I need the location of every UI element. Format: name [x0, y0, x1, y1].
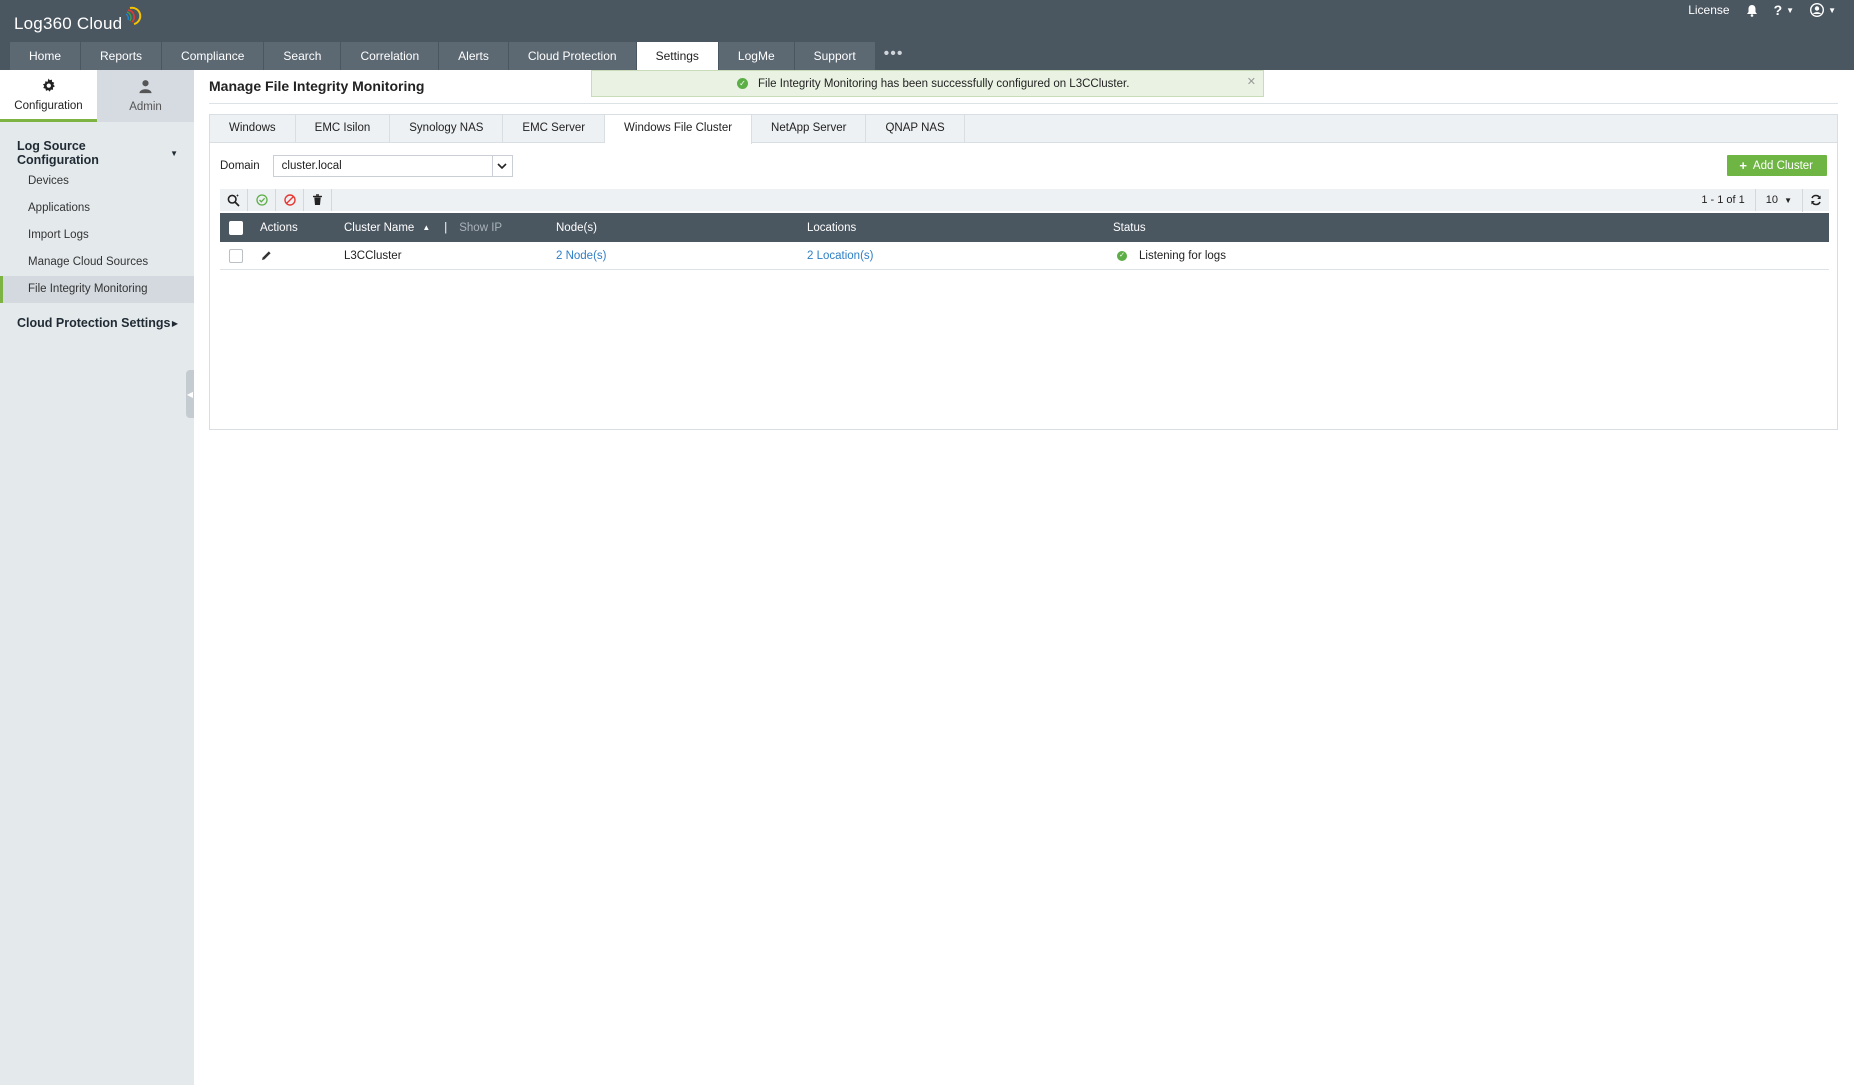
logo-text: Log360 Cloud [14, 14, 123, 33]
tab-emc-server[interactable]: EMC Server [503, 115, 606, 142]
main-nav: Home Reports Compliance Search Correlati… [10, 42, 911, 70]
title-divider [209, 103, 1838, 104]
col-cluster-name[interactable]: Cluster Name ▲ | Show IP [344, 213, 502, 242]
tab-netapp-server[interactable]: NetApp Server [752, 115, 867, 142]
status-text: Listening for logs [1139, 249, 1226, 262]
edit-icon[interactable] [261, 242, 272, 269]
success-toast: ✓ File Integrity Monitoring has been suc… [591, 70, 1264, 97]
sidebar-section-cloud-protection-settings[interactable]: Cloud Protection Settings ▶ [0, 313, 194, 333]
select-all-cell [229, 213, 243, 242]
sidebar-item-manage-cloud-sources[interactable]: Manage Cloud Sources [0, 249, 194, 276]
plus-icon: + [1739, 158, 1747, 173]
sidebar-collapse-handle[interactable]: ◀ [186, 370, 194, 418]
sort-asc-icon[interactable]: ▲ [422, 223, 430, 232]
sidebar: Configuration Admin Log Source Configura… [0, 70, 194, 1085]
caret-down-icon: ▼ [170, 148, 178, 158]
page-size-value: 10 [1765, 193, 1779, 206]
nav-tab-logme[interactable]: LogMe [718, 42, 795, 70]
caret-down-icon: ▼ [1784, 195, 1792, 205]
cluster-name-cell: L3CCluster [344, 249, 402, 262]
header-utilities: License ? ▼ ▼ [1688, 0, 1836, 20]
column-separator: | [444, 221, 448, 234]
table-row: L3CCluster 2 Node(s) 2 Location(s) ✓ Lis… [220, 242, 1829, 270]
sidebar-tab-configuration[interactable]: Configuration [0, 70, 97, 122]
add-cluster-label: Add Cluster [1752, 159, 1813, 172]
nav-tab-compliance[interactable]: Compliance [162, 42, 265, 70]
table-header: Actions Cluster Name ▲ | Show IP Node(s)… [220, 213, 1829, 242]
status-cell: ✓ Listening for logs [1117, 242, 1226, 269]
sidebar-tab-label: Configuration [14, 99, 83, 112]
sidebar-section-label: Log Source Configuration [17, 139, 99, 167]
col-cluster-name-label: Cluster Name [344, 221, 415, 234]
status-ok-icon: ✓ [1117, 250, 1127, 261]
success-check-icon: ✓ [737, 78, 748, 89]
nav-more-icon[interactable]: ••• [876, 42, 912, 70]
tab-synology-nas[interactable]: Synology NAS [390, 115, 504, 142]
page-size-select[interactable]: 10 ▼ [1756, 188, 1803, 212]
search-icon[interactable] [220, 189, 248, 211]
gear-icon [41, 77, 56, 97]
select-all-checkbox[interactable] [229, 220, 243, 235]
refresh-icon[interactable] [1803, 194, 1829, 206]
row-checkbox[interactable] [229, 248, 243, 263]
nav-tab-correlation[interactable]: Correlation [341, 42, 440, 70]
col-locations: Locations [807, 221, 857, 234]
sidebar-item-applications[interactable]: Applications [0, 195, 194, 222]
sidebar-items: Devices Applications Import Logs Manage … [0, 168, 194, 303]
nav-tab-support[interactable]: Support [794, 42, 876, 70]
domain-select-value: cluster.local [281, 160, 342, 172]
source-type-tabs: Windows EMC Isilon Synology NAS EMC Serv… [210, 115, 1837, 144]
domain-filter: Domain cluster.local [220, 155, 513, 177]
page-title: Manage File Integrity Monitoring [209, 78, 425, 94]
col-actions: Actions [260, 221, 298, 234]
trash-icon[interactable] [304, 189, 332, 211]
row-select-cell [229, 242, 243, 269]
close-icon[interactable]: ✕ [1247, 75, 1256, 88]
sidebar-section-label: Cloud Protection Settings [17, 316, 171, 330]
col-status: Status [1113, 221, 1146, 234]
sidebar-tabs: Configuration Admin [0, 70, 194, 122]
disable-icon[interactable] [276, 189, 304, 211]
nav-tab-home[interactable]: Home [10, 42, 82, 70]
fim-panel: Windows EMC Isilon Synology NAS EMC Serv… [209, 114, 1838, 430]
nav-tab-alerts[interactable]: Alerts [439, 42, 509, 70]
table-toolbar: 1 - 1 of 1 10 ▼ [220, 188, 1829, 212]
sidebar-section-log-source-configuration[interactable]: Log Source Configuration ▼ [0, 139, 194, 167]
show-ip-toggle[interactable]: Show IP [459, 222, 502, 234]
chevron-down-icon[interactable] [491, 156, 512, 176]
tab-windows-file-cluster[interactable]: Windows File Cluster [605, 115, 753, 144]
add-cluster-button[interactable]: + Add Cluster [1727, 155, 1827, 176]
sidebar-tab-admin[interactable]: Admin [97, 70, 194, 122]
user-icon [138, 79, 153, 98]
logo-swirl-icon [124, 6, 142, 28]
tab-qnap-nas[interactable]: QNAP NAS [866, 115, 965, 142]
help-icon[interactable]: ? ▼ [1774, 2, 1794, 18]
pager-text: 1 - 1 of 1 [1701, 189, 1756, 211]
app-logo[interactable]: Log360 Cloud [14, 6, 142, 34]
caret-right-icon: ▶ [171, 318, 178, 328]
tab-emc-isilon[interactable]: EMC Isilon [296, 115, 391, 142]
sidebar-item-file-integrity-monitoring[interactable]: File Integrity Monitoring [0, 276, 194, 303]
col-nodes: Node(s) [556, 221, 597, 234]
sidebar-item-devices[interactable]: Devices [0, 168, 194, 195]
nav-tab-cloud-protection[interactable]: Cloud Protection [508, 42, 637, 70]
bell-icon[interactable] [1746, 4, 1758, 17]
pagination: 1 - 1 of 1 10 ▼ [1701, 188, 1829, 212]
sidebar-item-import-logs[interactable]: Import Logs [0, 222, 194, 249]
license-link[interactable]: License [1688, 3, 1729, 17]
nodes-link[interactable]: 2 Node(s) [556, 242, 607, 269]
nav-tab-settings[interactable]: Settings [636, 42, 719, 70]
enable-icon[interactable] [248, 189, 276, 211]
domain-label: Domain [220, 160, 260, 172]
toast-message: File Integrity Monitoring has been succe… [758, 77, 1130, 90]
user-account-icon[interactable]: ▼ [1810, 3, 1836, 17]
nav-tab-search[interactable]: Search [264, 42, 342, 70]
sidebar-tab-label: Admin [129, 101, 162, 113]
nav-tab-reports[interactable]: Reports [81, 42, 163, 70]
top-header: Log360 Cloud License ? ▼ ▼ Home Reports C… [0, 0, 1854, 70]
locations-link[interactable]: 2 Location(s) [807, 242, 873, 269]
domain-select[interactable]: cluster.local [272, 155, 513, 177]
tab-windows[interactable]: Windows [210, 115, 296, 142]
